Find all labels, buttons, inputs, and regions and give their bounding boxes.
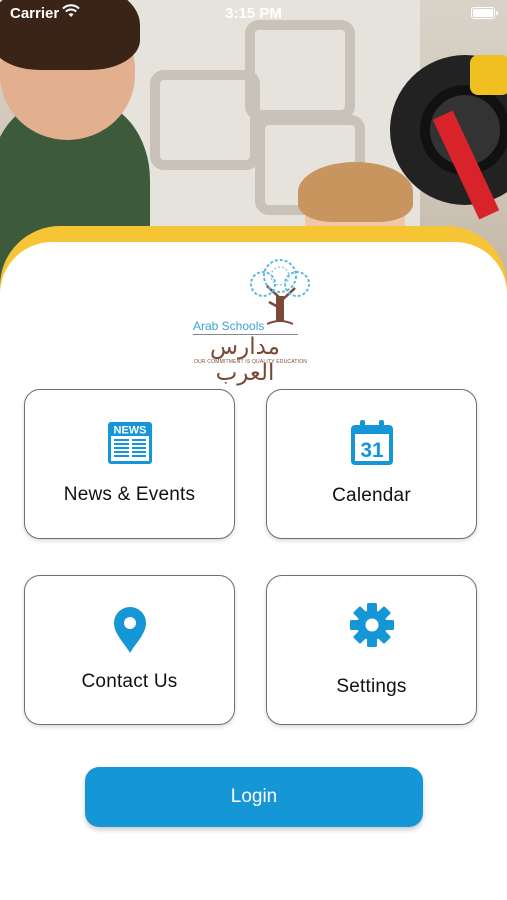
- contact-us-label: Contact Us: [81, 671, 178, 692]
- calendar-icon: 31: [350, 420, 393, 465]
- arab-schools-logo: Arab Schools مدارس العرب OUR COMMITMENT …: [190, 258, 310, 386]
- login-button[interactable]: Login: [85, 767, 423, 827]
- location-pin-icon: [113, 607, 146, 653]
- news-events-label: News & Events: [63, 484, 196, 505]
- battery-icon: [471, 7, 498, 19]
- gear-icon: [349, 603, 394, 647]
- clock: 3:15 PM: [225, 5, 282, 22]
- contact-us-button[interactable]: Contact Us: [24, 575, 235, 725]
- logo-tagline: OUR COMMITMENT IS QUALITY EDUCATION: [194, 359, 308, 365]
- calendar-button[interactable]: 31 Calendar: [266, 389, 477, 539]
- logo-name-english: Arab Schools: [193, 319, 265, 333]
- settings-button[interactable]: Settings: [266, 575, 477, 725]
- calendar-label: Calendar: [332, 485, 411, 506]
- settings-label: Settings: [336, 676, 407, 697]
- newspaper-icon: NEWS: [107, 422, 152, 464]
- status-bar: Carrier 3:15 PM: [0, 0, 507, 28]
- news-icon-text: NEWS: [113, 425, 146, 437]
- news-events-button[interactable]: NEWS News & Events: [24, 389, 235, 539]
- calendar-icon-day: 31: [360, 439, 384, 462]
